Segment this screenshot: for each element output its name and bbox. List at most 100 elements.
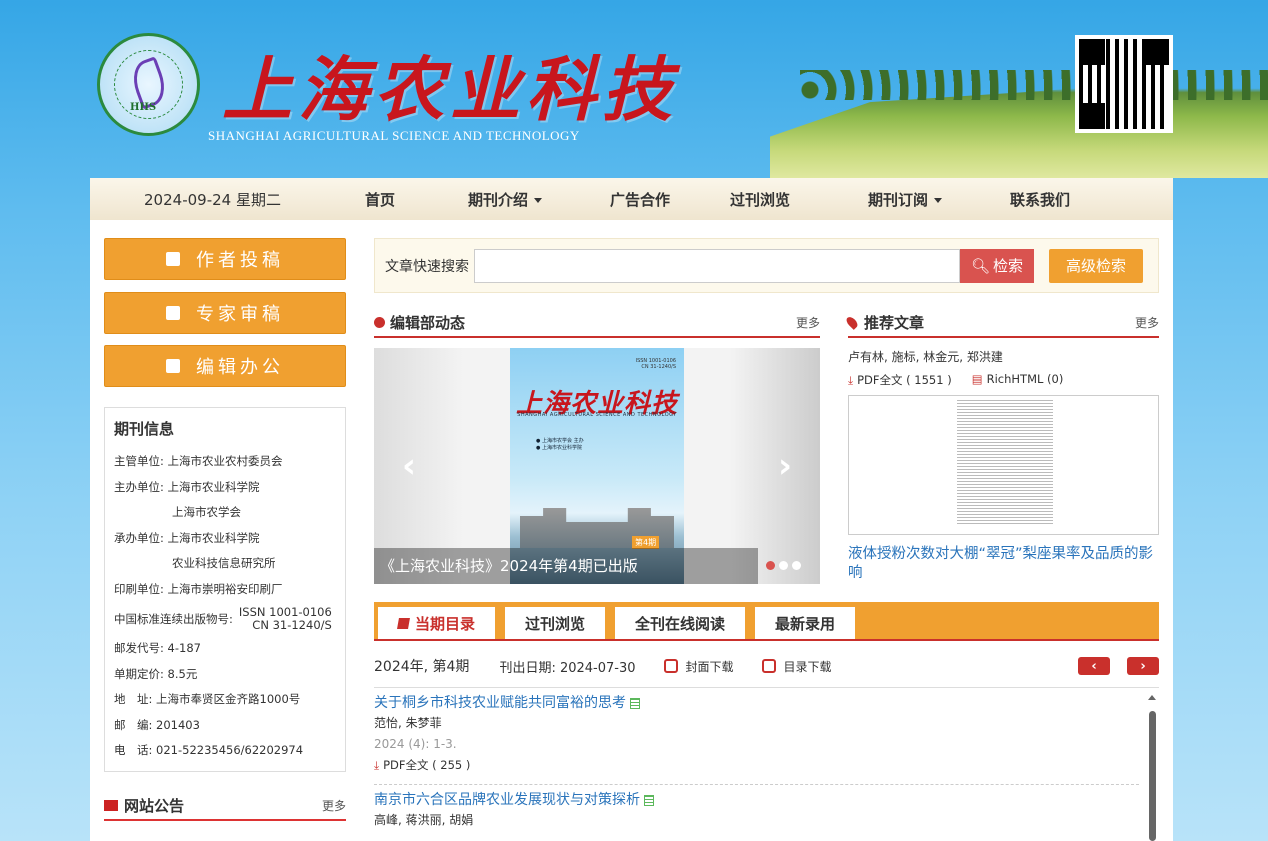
list-item: 关于桐乡市科技农业赋能共同富裕的思考 范怡, 朱梦菲 2024 (4): 1-3… — [374, 688, 1139, 785]
site-title-en: SHANGHAI AGRICULTURAL SCIENCE AND TECHNO… — [208, 128, 580, 143]
nav-home[interactable]: 首页 — [335, 189, 425, 210]
cover-issn: ISSN 1001-0106 CN 31-1240/S — [636, 358, 676, 370]
prev-issue-icon[interactable]: ‹ — [1078, 657, 1110, 675]
recommend-header: 推荐文章 更多 — [844, 308, 1159, 338]
edit-icon — [166, 359, 180, 373]
main-nav: 2024-09-24 星期二 首页 期刊介绍 广告合作 过刊浏览 期刊订阅 联系… — [90, 178, 1173, 220]
info-issn-label: 中国标准连续出版物号: — [114, 611, 233, 626]
scroll-up-icon[interactable] — [1148, 695, 1156, 700]
search-input[interactable] — [474, 248, 960, 283]
carousel-caption[interactable]: 《上海农业科技》2024年第4期已出版 — [374, 548, 758, 584]
table-of-contents: 关于桐乡市科技农业赋能共同富裕的思考 范怡, 朱梦菲 2024 (4): 1-3… — [374, 687, 1159, 841]
info-cn-number: CN 31-1240/S — [252, 618, 332, 632]
recommend-pdf-link[interactable]: ⤓ PDF全文 ( 1551 ) — [848, 372, 952, 388]
toc-scrollbar[interactable] — [1146, 695, 1158, 841]
tab-archive[interactable]: 过刊浏览 — [505, 607, 606, 639]
html-icon[interactable] — [644, 794, 654, 806]
recommend-article-title[interactable]: 液体授粉次数对大棚“翠冠”梨座果率及品质的影响 — [848, 545, 1159, 583]
image-download-icon — [663, 659, 678, 673]
article-title[interactable]: 南京市六合区品牌农业发展现状与对策探析 — [374, 790, 1139, 810]
issue-label: 2024年, 第4期 — [374, 659, 470, 675]
journal-info-title: 期刊信息 — [114, 420, 175, 438]
info-sponsor-2: 上海市农学会 — [172, 505, 241, 519]
search-button[interactable]: 🔍︎ 检索 — [960, 248, 1034, 283]
recommend-title: 推荐文章 — [844, 312, 925, 333]
author-submit-button[interactable]: 作者投稿 — [104, 238, 346, 280]
next-issue-icon[interactable]: › — [1127, 657, 1159, 675]
qr-code — [1075, 35, 1173, 133]
logo-mark: HHS — [130, 102, 157, 113]
cover-download-link[interactable]: 封面下载 — [663, 658, 734, 675]
article-authors: 范怡, 朱梦菲 — [374, 716, 442, 730]
carousel-dot[interactable] — [792, 561, 801, 570]
book-icon — [166, 252, 180, 266]
info-price: 单期定价: 8.5元 — [114, 666, 198, 681]
cover-org-1: 上海市农学会 — [541, 438, 572, 444]
newspaper-icon — [104, 800, 118, 811]
carousel-prev-icon[interactable]: ‹ — [394, 446, 424, 486]
toc-download-link[interactable]: 目录下载 — [761, 658, 832, 675]
nav-journal-intro-label: 期刊介绍 — [467, 190, 528, 209]
article-pdf-link[interactable]: ⤓ PDF全文 ( 255 ) — [374, 755, 1139, 776]
info-issn-number: ISSN 1001-0106 — [238, 605, 332, 619]
tab-current-issue[interactable]: 当期目录 — [378, 607, 496, 639]
site-title: 上海农业科技 — [222, 48, 678, 131]
expert-review-label: 专家审稿 — [196, 304, 284, 325]
article-page-preview — [957, 400, 1053, 524]
article-title-text: 南京市六合区品牌农业发展现状与对策探析 — [374, 792, 640, 808]
advanced-search-button[interactable]: 高级检索 — [1049, 248, 1143, 283]
article-title-text: 关于桐乡市科技农业赋能共同富裕的思考 — [374, 695, 626, 711]
nav-subscribe[interactable]: 期刊订阅 — [825, 189, 985, 210]
info-supervisor: 主管单位: 上海市农业农村委员会 — [114, 454, 283, 468]
rice-field-banner — [770, 67, 1268, 178]
recommend-more-link[interactable]: 更多 — [1135, 314, 1159, 331]
editor-office-button[interactable]: 编辑办公 — [104, 345, 346, 387]
recommend-links: ⤓ PDF全文 ( 1551 ) ▤ RichHTML (0) — [848, 372, 1063, 388]
news-header: 编辑部动态 更多 — [374, 308, 820, 338]
issue-tabs: 当期目录 过刊浏览 全刊在线阅读 最新录用 — [374, 602, 1159, 641]
news-more-link[interactable]: 更多 — [796, 314, 820, 331]
recommend-title-text: 推荐文章 — [864, 313, 925, 332]
globe-icon — [374, 316, 385, 328]
recommend-thumbnail[interactable] — [848, 395, 1159, 535]
carousel-next-icon[interactable]: › — [770, 446, 800, 486]
carousel-dot[interactable] — [779, 561, 788, 570]
quick-search: 文章快速搜索 🔍︎ 检索 高级检索 — [374, 238, 1159, 293]
news-title: 编辑部动态 — [374, 312, 465, 333]
chevron-down-icon — [934, 197, 942, 203]
nav-subscribe-label: 期刊订阅 — [867, 190, 928, 209]
academy-logo[interactable]: HHS — [97, 33, 200, 136]
search-button-label: 检索 — [993, 257, 1024, 275]
info-sponsor: 主办单位: 上海市农业科学院 — [114, 479, 260, 494]
notice-more-link[interactable]: 更多 — [322, 797, 346, 814]
html-icon[interactable] — [630, 697, 640, 709]
site-header: HHS 上海农业科技 SHANGHAI AGRICULTURAL SCIENCE… — [0, 0, 1268, 178]
nav-advertising[interactable]: 广告合作 — [585, 189, 695, 210]
tab-latest-accepted[interactable]: 最新录用 — [755, 607, 856, 639]
notice-title: 网站公告 — [104, 795, 184, 816]
article-title[interactable]: 关于桐乡市科技农业赋能共同富裕的思考 — [374, 693, 1139, 713]
document-icon: ▤ — [971, 372, 983, 386]
article-pdf-label: PDF全文 ( 255 ) — [383, 758, 471, 772]
main-panel: 作者投稿 专家审稿 编辑办公 期刊信息 主管单位: 上海市农业农村委员会 主办单… — [90, 220, 1173, 841]
nav-contact[interactable]: 联系我们 — [985, 189, 1095, 210]
author-submit-label: 作者投稿 — [196, 250, 284, 271]
info-address: 地 址: 上海市奉贤区金齐路1000号 — [114, 692, 301, 706]
article-authors: 高峰, 蒋洪丽, 胡娟 — [374, 813, 474, 827]
download-icon: ⤓ — [374, 758, 380, 772]
article-citation: 2024 (4): 1-3. — [374, 737, 457, 751]
cover-download-label: 封面下载 — [685, 659, 734, 674]
nav-journal-intro[interactable]: 期刊介绍 — [425, 189, 585, 210]
nav-archive[interactable]: 过刊浏览 — [695, 189, 825, 210]
issue-info-row: 2024年, 第4期 刊出日期: 2024-07-30 封面下载 目录下载 — [374, 653, 1159, 679]
recommend-html-link[interactable]: ▤ RichHTML (0) — [972, 372, 1064, 388]
list-item: 南京市六合区品牌农业发展现状与对策探析 高峰, 蒋洪丽, 胡娟 — [374, 785, 1139, 839]
publish-date: 刊出日期: 2024-07-30 — [499, 660, 636, 676]
carousel-dot[interactable] — [766, 561, 775, 570]
news-carousel[interactable]: ISSN 1001-0106 CN 31-1240/S 上海农业科技 SHANGH… — [374, 348, 820, 584]
tab-online-reading[interactable]: 全刊在线阅读 — [615, 607, 746, 639]
tab-current-issue-label: 当期目录 — [415, 614, 476, 633]
expert-review-button[interactable]: 专家审稿 — [104, 292, 346, 334]
info-undertaker-2: 农业科技信息研究所 — [172, 556, 276, 570]
scroll-thumb[interactable] — [1149, 711, 1156, 841]
